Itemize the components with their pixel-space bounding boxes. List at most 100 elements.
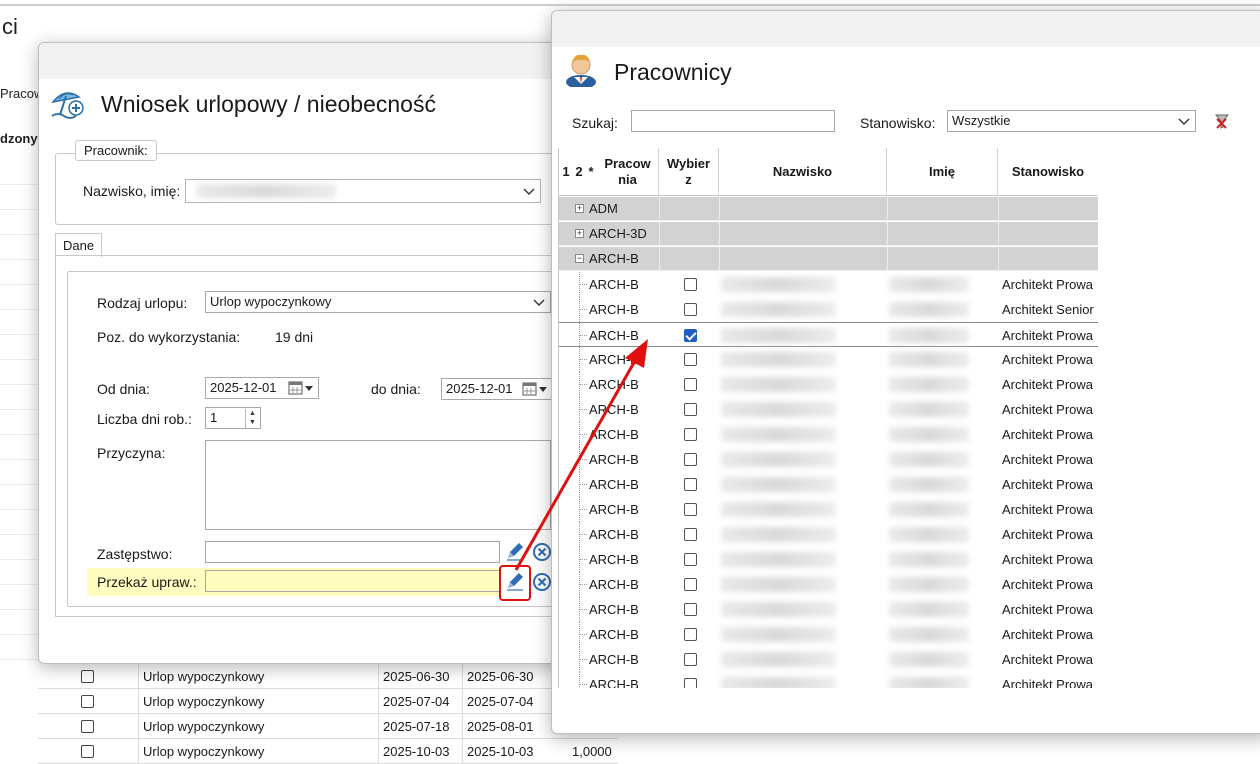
table-row[interactable]: Urlop wypoczynkowy 2025-10-03 2025-10-03… — [38, 739, 618, 764]
chevron-down-icon[interactable] — [532, 295, 546, 309]
employee-row[interactable]: ARCH-B Architekt Prowa — [559, 547, 1098, 572]
date-to-picker[interactable]: 2025-12-01 — [441, 378, 553, 400]
dialog-title-bar[interactable] — [552, 11, 1260, 47]
employee-row[interactable]: ARCH-B Architekt Prowa — [559, 397, 1098, 422]
select-checkbox[interactable] — [684, 528, 697, 541]
tree-branch — [579, 434, 587, 435]
select-checkbox[interactable] — [684, 678, 697, 688]
select-checkbox[interactable] — [684, 278, 697, 291]
reason-textarea[interactable] — [205, 440, 551, 530]
stanowisko-cell: Architekt Prowa — [1002, 577, 1094, 592]
select-checkbox[interactable] — [684, 403, 697, 416]
surname-redacted — [721, 427, 836, 442]
row-checkbox[interactable] — [81, 670, 94, 683]
employee-row[interactable]: ARCH-B Architekt Prowa — [559, 647, 1098, 672]
stanowisko-cell: Architekt Prowa — [1002, 402, 1094, 417]
employee-row[interactable]: ARCH-B Architekt Prowa — [559, 522, 1098, 547]
pencil-icon[interactable] — [503, 539, 527, 563]
leave-request-dialog: Wniosek urlopowy / nieobecność Pracownik… — [38, 42, 583, 664]
column-header-nazwisko[interactable]: Nazwisko — [719, 148, 887, 196]
group-row-arch-3d[interactable]: + ARCH-3D — [559, 222, 1098, 246]
dialog-title-bar[interactable] — [39, 43, 582, 79]
select-checkbox[interactable] — [684, 503, 697, 516]
funnel-clear-icon[interactable] — [1214, 112, 1230, 130]
chevron-down-icon[interactable] — [522, 184, 536, 198]
surname-redacted — [721, 552, 836, 567]
table-row[interactable]: Urlop wypoczynkowy 2025-07-04 2025-07-04 — [38, 689, 618, 714]
firstname-redacted — [889, 652, 969, 667]
date-from-picker[interactable]: 2025-12-01 — [205, 377, 319, 399]
position-filter-select[interactable]: Wszystkie — [947, 110, 1196, 132]
select-checkbox[interactable] — [684, 578, 697, 591]
employee-row[interactable]: ARCH-B Architekt Senior — [559, 297, 1098, 322]
select-checkbox[interactable] — [684, 428, 697, 441]
select-checkbox[interactable] — [684, 553, 697, 566]
pracownia-cell: ARCH-B — [589, 577, 639, 592]
firstname-redacted — [889, 452, 969, 467]
employee-row[interactable]: ARCH-B Architekt Prowa — [559, 322, 1098, 348]
row-checkbox[interactable] — [81, 695, 94, 708]
employee-row[interactable]: ARCH-B Architekt Prowa — [559, 572, 1098, 597]
column-header-star[interactable]: * — [585, 148, 597, 196]
column-header-stanowisko[interactable]: Stanowisko — [998, 148, 1098, 196]
working-days-stepper[interactable]: 1 ▲ ▼ — [205, 407, 261, 429]
select-checkbox[interactable] — [684, 329, 697, 342]
expand-icon[interactable]: + — [575, 204, 584, 213]
column-header-pracownia[interactable]: Pracow nia — [597, 148, 659, 196]
pracownia-cell: ARCH-B — [589, 602, 639, 617]
employee-row[interactable]: ARCH-B Architekt Prowa — [559, 422, 1098, 447]
select-checkbox[interactable] — [684, 453, 697, 466]
group-row-adm[interactable]: + ADM — [559, 197, 1098, 221]
employee-row[interactable]: ARCH-B Architekt Prowa — [559, 447, 1098, 472]
select-checkbox[interactable] — [684, 353, 697, 366]
table-row[interactable]: Urlop wypoczynkowy 2025-06-30 2025-06-30 — [38, 664, 618, 689]
search-input[interactable] — [631, 110, 835, 132]
column-header-2[interactable]: 2 — [573, 148, 585, 196]
pencil-icon[interactable] — [503, 569, 527, 593]
calendar-icon[interactable] — [288, 380, 316, 397]
employee-name-combo[interactable] — [185, 179, 541, 203]
row-checkbox[interactable] — [81, 720, 94, 733]
stepper-down-icon[interactable]: ▼ — [246, 418, 259, 427]
collapse-icon[interactable]: − — [575, 254, 584, 263]
employee-row[interactable]: ARCH-B Architekt Prowa — [559, 597, 1098, 622]
stepper-buttons[interactable]: ▲ ▼ — [245, 409, 259, 428]
leave-type-select[interactable]: Urlop wypoczynkowy — [205, 291, 551, 313]
surname-redacted — [721, 627, 836, 642]
tab-dane[interactable]: Dane — [55, 233, 103, 257]
select-checkbox[interactable] — [684, 378, 697, 391]
expand-icon[interactable]: + — [575, 229, 584, 238]
delegate-field[interactable] — [205, 570, 500, 592]
column-header-wybierz[interactable]: Wybier z — [659, 148, 719, 196]
column-header-1[interactable]: 1 — [559, 148, 573, 196]
row-checkbox[interactable] — [81, 745, 94, 758]
employee-row[interactable]: ARCH-B Architekt Prowa — [559, 672, 1098, 688]
firstname-redacted — [889, 477, 969, 492]
surname-redacted — [721, 677, 836, 688]
employee-row[interactable]: ARCH-B Architekt Prowa — [559, 347, 1098, 372]
calendar-icon[interactable] — [522, 381, 550, 398]
group-label: ADM — [589, 201, 618, 216]
employee-row[interactable]: ARCH-B Architekt Prowa — [559, 372, 1098, 397]
group-row-arch-b[interactable]: − ARCH-B — [559, 247, 1098, 271]
employee-row[interactable]: ARCH-B Architekt Prowa — [559, 472, 1098, 497]
select-checkbox[interactable] — [684, 478, 697, 491]
select-checkbox[interactable] — [684, 653, 697, 666]
select-checkbox[interactable] — [684, 603, 697, 616]
employee-row[interactable]: ARCH-B Architekt Prowa — [559, 272, 1098, 297]
employee-row[interactable]: ARCH-B Architekt Prowa — [559, 622, 1098, 647]
column-header-imie[interactable]: Imię — [887, 148, 998, 196]
employee-row[interactable]: ARCH-B Architekt Prowa — [559, 497, 1098, 522]
firstname-redacted — [889, 552, 969, 567]
delegate-label: Przekaż upraw.: — [97, 574, 197, 590]
tree-branch — [579, 384, 587, 385]
table-row[interactable]: Urlop wypoczynkowy 2025-07-18 2025-08-01 — [38, 714, 618, 739]
tree-branch — [579, 459, 587, 460]
firstname-redacted — [889, 502, 969, 517]
select-checkbox[interactable] — [684, 303, 697, 316]
select-checkbox[interactable] — [684, 628, 697, 641]
substitute-field[interactable] — [205, 541, 500, 563]
stepper-up-icon[interactable]: ▲ — [246, 409, 259, 418]
chevron-down-icon[interactable] — [1177, 114, 1191, 128]
stanowisko-cell: Architekt Prowa — [1002, 377, 1094, 392]
